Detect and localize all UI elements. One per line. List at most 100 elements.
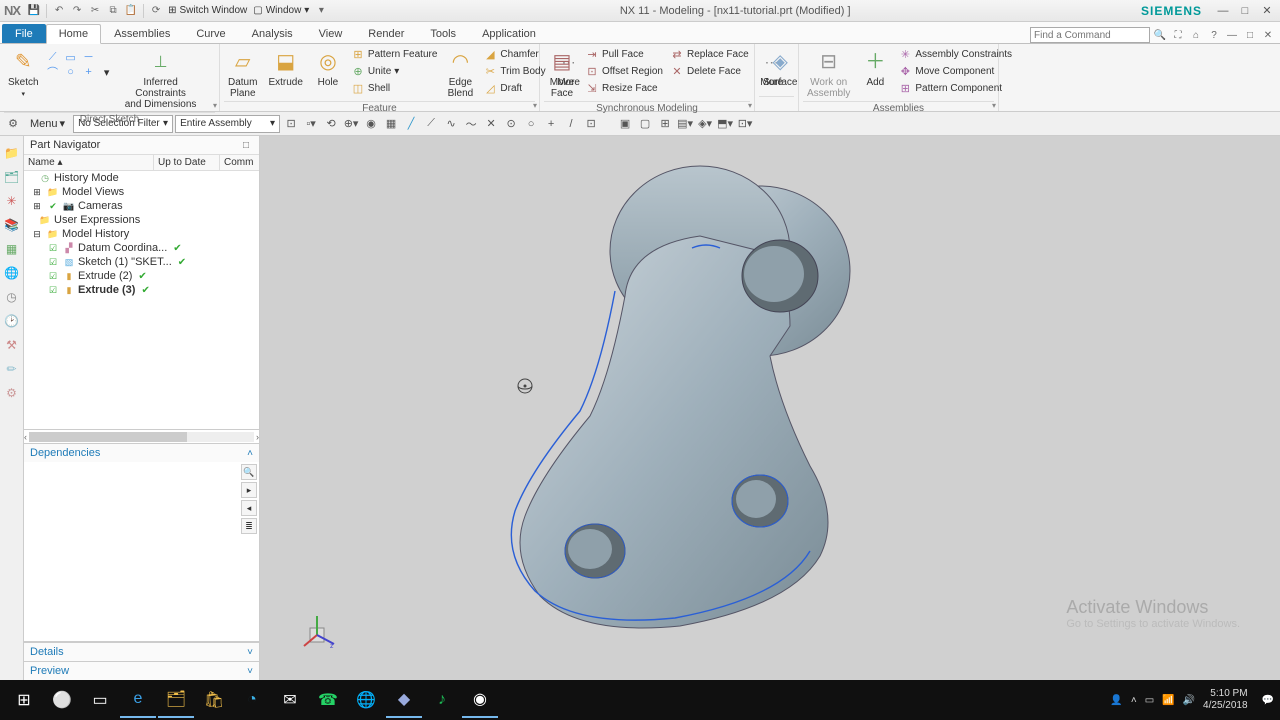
roles-icon[interactable]: 🕑: [3, 312, 21, 330]
tool-icon[interactable]: ○: [522, 115, 540, 133]
whatsapp-taskbar-icon[interactable]: ☎: [310, 682, 346, 718]
tree-extrude2[interactable]: Extrude (2): [78, 270, 132, 282]
obs-taskbar-icon[interactable]: ◉: [462, 682, 498, 718]
inferred-constraints-button[interactable]: ⊥ Inferred Constraints and Dimensions: [117, 46, 205, 112]
col-comment[interactable]: Comm: [220, 155, 259, 170]
tab-application[interactable]: Application: [469, 24, 549, 43]
tool-icon[interactable]: ⬒▾: [716, 115, 734, 133]
save-icon[interactable]: 💾: [26, 3, 42, 19]
tool-icon[interactable]: ⊕▾: [342, 115, 360, 133]
constraint-navigator-icon[interactable]: ✳: [3, 192, 21, 210]
fullscreen-icon[interactable]: ⛶: [1170, 27, 1186, 43]
cut-icon[interactable]: ✂: [87, 3, 103, 19]
group-launcher-icon[interactable]: ▾: [992, 101, 996, 110]
line-icon[interactable]: ─: [82, 50, 96, 64]
col-name[interactable]: Name ▴: [24, 155, 154, 170]
close-button[interactable]: ✕: [1258, 4, 1276, 18]
arc-icon[interactable]: ⌒: [46, 65, 60, 79]
surface-button[interactable]: ◈ Surface: [759, 46, 801, 90]
draft-button[interactable]: ◿Draft: [481, 80, 547, 96]
tool-icon[interactable]: ╱: [402, 115, 420, 133]
tree-sketch1[interactable]: Sketch (1) "SKET...: [78, 256, 172, 268]
move-face-button[interactable]: ▤ Move Face: [544, 46, 580, 101]
tool-icon[interactable]: 〜: [462, 115, 480, 133]
maximize-button[interactable]: □: [1236, 4, 1254, 18]
assembly-constraints-button[interactable]: ✳Assembly Constraints: [896, 46, 1014, 62]
chevron-down-icon[interactable]: ▾: [100, 65, 114, 79]
tree-user-expressions[interactable]: User Expressions: [54, 214, 140, 226]
tab-curve[interactable]: Curve: [183, 24, 238, 43]
redo-icon[interactable]: ↷: [69, 3, 85, 19]
tool-icon[interactable]: ▤▾: [676, 115, 694, 133]
explorer-taskbar-icon[interactable]: 🗂: [158, 682, 194, 718]
spotify-taskbar-icon[interactable]: ♪: [424, 682, 460, 718]
search-icon[interactable]: 🔍: [1152, 27, 1168, 43]
tab-file[interactable]: File: [2, 24, 46, 43]
help-icon[interactable]: ?: [1206, 27, 1222, 43]
window-button[interactable]: ▢ Window ▾: [251, 4, 311, 17]
mail-taskbar-icon[interactable]: ✉: [272, 682, 308, 718]
group-launcher-icon[interactable]: ▾: [533, 101, 537, 110]
tool-icon[interactable]: ✕: [482, 115, 500, 133]
tree-history-mode[interactable]: History Mode: [54, 172, 119, 184]
tree-extrude3[interactable]: Extrude (3): [78, 284, 135, 296]
people-icon[interactable]: 👤: [1110, 695, 1122, 706]
clock[interactable]: 5:10 PM 4/25/2018: [1203, 688, 1254, 712]
tab-home[interactable]: Home: [46, 24, 101, 44]
sketch-button[interactable]: ✎ Sketch ▾: [4, 46, 43, 102]
paste-icon[interactable]: 📋: [123, 3, 139, 19]
taskview-button[interactable]: ▭: [82, 682, 118, 718]
pattern-component-button[interactable]: ⊞Pattern Component: [896, 80, 1014, 96]
more-icon[interactable]: ⚙: [3, 384, 21, 402]
start-button[interactable]: ⊞: [6, 682, 42, 718]
nx-taskbar-icon[interactable]: ◆: [386, 682, 422, 718]
tab-view[interactable]: View: [306, 24, 356, 43]
edge-blend-button[interactable]: ◠ Edge Blend: [442, 46, 478, 101]
offset-region-button[interactable]: ⊡Offset Region: [583, 63, 665, 79]
assembly-navigator-icon[interactable]: 🗂: [3, 168, 21, 186]
copy-icon[interactable]: ⧉: [105, 3, 121, 19]
tab-analysis[interactable]: Analysis: [239, 24, 306, 43]
tool-icon[interactable]: ∿: [442, 115, 460, 133]
chamfer-button[interactable]: ◢Chamfer: [481, 46, 547, 62]
delete-face-button[interactable]: ✕Delete Face: [668, 63, 751, 79]
datum-plane-button[interactable]: ▱ Datum Plane: [224, 46, 261, 101]
doc-restore-button[interactable]: □: [1242, 27, 1258, 43]
tool-icon[interactable]: +: [542, 115, 560, 133]
minimize-button[interactable]: —: [1214, 4, 1232, 18]
tree-model-history[interactable]: Model History: [62, 228, 129, 240]
section-preview[interactable]: Preview˅: [24, 661, 259, 680]
history-icon[interactable]: ◷: [3, 288, 21, 306]
tool-icon[interactable]: ⊡: [582, 115, 600, 133]
graphics-canvas[interactable]: z Activate Windows Go to Settings to act…: [260, 136, 1280, 680]
pull-face-button[interactable]: ⇥Pull Face: [583, 46, 665, 62]
profile-icon[interactable]: ⟋: [46, 50, 60, 64]
tool-icon[interactable]: ⊞: [656, 115, 674, 133]
group-launcher-icon[interactable]: ▾: [748, 101, 752, 110]
tree-cameras[interactable]: Cameras: [78, 200, 123, 212]
tab-render[interactable]: Render: [355, 24, 417, 43]
section-dependencies[interactable]: Dependencies˄: [24, 443, 259, 462]
nav-left-icon[interactable]: ◂: [241, 500, 257, 516]
tool-icon[interactable]: ◉: [362, 115, 380, 133]
doc-minimize-button[interactable]: —: [1224, 27, 1240, 43]
navigator-tree[interactable]: ◷History Mode ⊞📁Model Views ⊞✔📷Cameras 📁…: [24, 171, 259, 429]
shell-button[interactable]: ◫Shell: [349, 80, 439, 96]
move-component-button[interactable]: ✥Move Component: [896, 63, 1014, 79]
tool-icon[interactable]: ⊙: [502, 115, 520, 133]
tree-hscroll[interactable]: ‹›: [24, 429, 259, 443]
search-button[interactable]: ⚪: [44, 682, 80, 718]
doc-close-button[interactable]: ✕: [1260, 27, 1276, 43]
unite-button[interactable]: ⊕Unite ▾: [349, 63, 439, 79]
group-launcher-icon[interactable]: ▾: [213, 101, 217, 110]
tool-icon[interactable]: ⊡▾: [736, 115, 754, 133]
tool-icon[interactable]: ▦: [382, 115, 400, 133]
tool-icon[interactable]: ▣: [616, 115, 634, 133]
tool-icon[interactable]: ▫▾: [302, 115, 320, 133]
rectangle-icon[interactable]: ▭: [64, 50, 78, 64]
pattern-feature-button[interactable]: ⊞Pattern Feature: [349, 46, 439, 62]
part-navigator-icon[interactable]: 📁: [3, 144, 21, 162]
battery-icon[interactable]: ▭: [1145, 695, 1154, 706]
volume-icon[interactable]: 🔊: [1183, 695, 1195, 706]
tray-up-icon[interactable]: ˄: [1131, 695, 1137, 706]
